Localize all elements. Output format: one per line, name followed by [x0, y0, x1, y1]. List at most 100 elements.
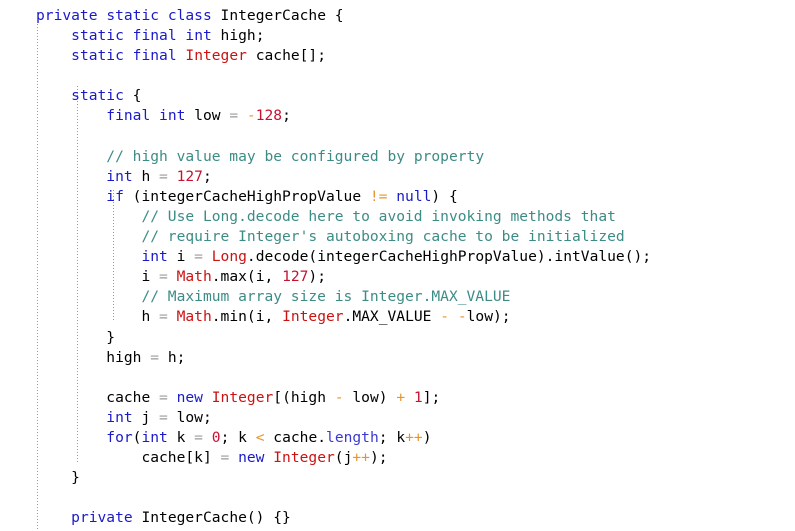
token-kw: new — [238, 449, 265, 467]
token-pl: (integerCacheHighPropValue — [123, 187, 370, 205]
code-line[interactable]: static { — [0, 86, 651, 106]
token-pl: low); — [466, 308, 511, 326]
token-pl: cache[]; — [246, 47, 326, 65]
token-kw: final — [132, 47, 177, 65]
token-typ: Long — [211, 248, 247, 266]
code-line[interactable]: cache[k] = new Integer(j++); — [0, 448, 651, 468]
source-code-block: private static class IntegerCache { stat… — [0, 0, 651, 531]
token-cmt: // high value may be configured by prope… — [106, 147, 485, 165]
token-num: 128 — [255, 107, 283, 125]
token-pl: low) — [343, 388, 397, 406]
code-line[interactable]: // high value may be configured by prope… — [0, 147, 651, 167]
code-line[interactable]: private IntegerCache() {} — [0, 508, 651, 528]
token-kw: int — [141, 428, 168, 446]
token-eq: = — [159, 408, 168, 426]
code-line[interactable]: for(int k = 0; k < cache.length; k++) — [0, 428, 651, 448]
code-line[interactable]: cache = new Integer[(high - low) + 1]; — [0, 388, 651, 408]
token-eq: = — [159, 388, 168, 406]
code-line[interactable]: private static class IntegerCache { — [0, 6, 651, 26]
code-line[interactable] — [0, 66, 651, 86]
token-pl: } — [36, 328, 116, 346]
token-eq: = — [159, 308, 168, 326]
code-line[interactable]: int j = low; — [0, 408, 651, 428]
token-typ: Integer — [282, 308, 344, 326]
code-line[interactable]: int h = 127; — [0, 167, 651, 187]
token-op: - — [334, 388, 344, 406]
token-num: 0 — [211, 428, 221, 446]
token-kw: int — [106, 167, 133, 185]
code-editor-viewport: private static class IntegerCache { stat… — [0, 0, 795, 531]
code-line[interactable]: if (integerCacheHighPropValue != null) { — [0, 187, 651, 207]
token-pl: h — [132, 167, 160, 185]
code-line[interactable]: static final Integer cache[]; — [0, 46, 651, 66]
token-num: 1 — [413, 388, 423, 406]
code-line[interactable]: } — [0, 328, 651, 348]
token-eq: = — [194, 428, 203, 446]
token-op: - — [246, 107, 256, 125]
token-pl: { — [123, 87, 142, 105]
code-line[interactable]: final int low = -128; — [0, 106, 651, 126]
code-line[interactable]: i = Math.max(i, 127); — [0, 267, 651, 287]
token-typ: Integer — [273, 449, 335, 467]
token-eq: = — [159, 268, 168, 286]
token-kw: null — [396, 187, 432, 205]
token-eq: = — [229, 107, 239, 125]
token-pl: } — [36, 469, 80, 487]
token-op: ++ — [352, 449, 370, 467]
token-pl: ; k — [378, 428, 406, 446]
token-pl: .MAX_VALUE — [343, 308, 441, 326]
token-kw: private — [36, 7, 98, 24]
code-line[interactable] — [0, 368, 651, 388]
token-kw: static — [71, 27, 124, 45]
token-op: < — [255, 428, 265, 446]
token-kw: static — [106, 7, 160, 24]
token-cmt: // Use Long.decode here to avoid invokin… — [141, 207, 616, 225]
token-pl: ]; — [422, 388, 441, 406]
token-pl: low — [185, 107, 230, 125]
token-typ: Integer — [211, 388, 274, 406]
token-eq: = — [150, 348, 160, 366]
token-pl: [(high — [273, 388, 335, 406]
token-pl: high; — [211, 27, 265, 45]
token-pl: i — [141, 268, 160, 286]
token-pl: h — [141, 308, 160, 326]
code-line[interactable]: h = Math.min(i, Integer.MAX_VALUE - -low… — [0, 307, 651, 327]
token-eq: = — [194, 248, 203, 266]
token-kw: final — [106, 107, 151, 125]
token-kw: int — [106, 408, 133, 426]
token-pl: ) — [422, 428, 432, 446]
token-cmt: // require Integer's autoboxing cache to… — [141, 228, 625, 246]
code-line[interactable]: high = h; — [0, 348, 651, 368]
code-line[interactable]: } — [0, 468, 651, 488]
token-pl: ; k — [220, 428, 256, 446]
code-line[interactable]: // Use Long.decode here to avoid invokin… — [0, 207, 651, 227]
token-kw: static — [71, 47, 124, 65]
code-line[interactable]: // Maximum array size is Integer.MAX_VAL… — [0, 287, 651, 307]
token-kw: int — [159, 107, 186, 125]
code-line[interactable]: // require Integer's autoboxing cache to… — [0, 227, 651, 247]
code-line[interactable]: int i = Long.decode(integerCacheHighProp… — [0, 247, 651, 267]
token-op: != — [369, 187, 388, 205]
token-op: ++ — [405, 428, 423, 446]
token-pl: .decode(integerCacheHighPropValue).intVa… — [246, 248, 652, 266]
code-line[interactable] — [0, 488, 651, 508]
code-line[interactable] — [0, 127, 651, 147]
token-op: + — [396, 388, 406, 406]
code-line[interactable]: static final int high; — [0, 26, 651, 46]
